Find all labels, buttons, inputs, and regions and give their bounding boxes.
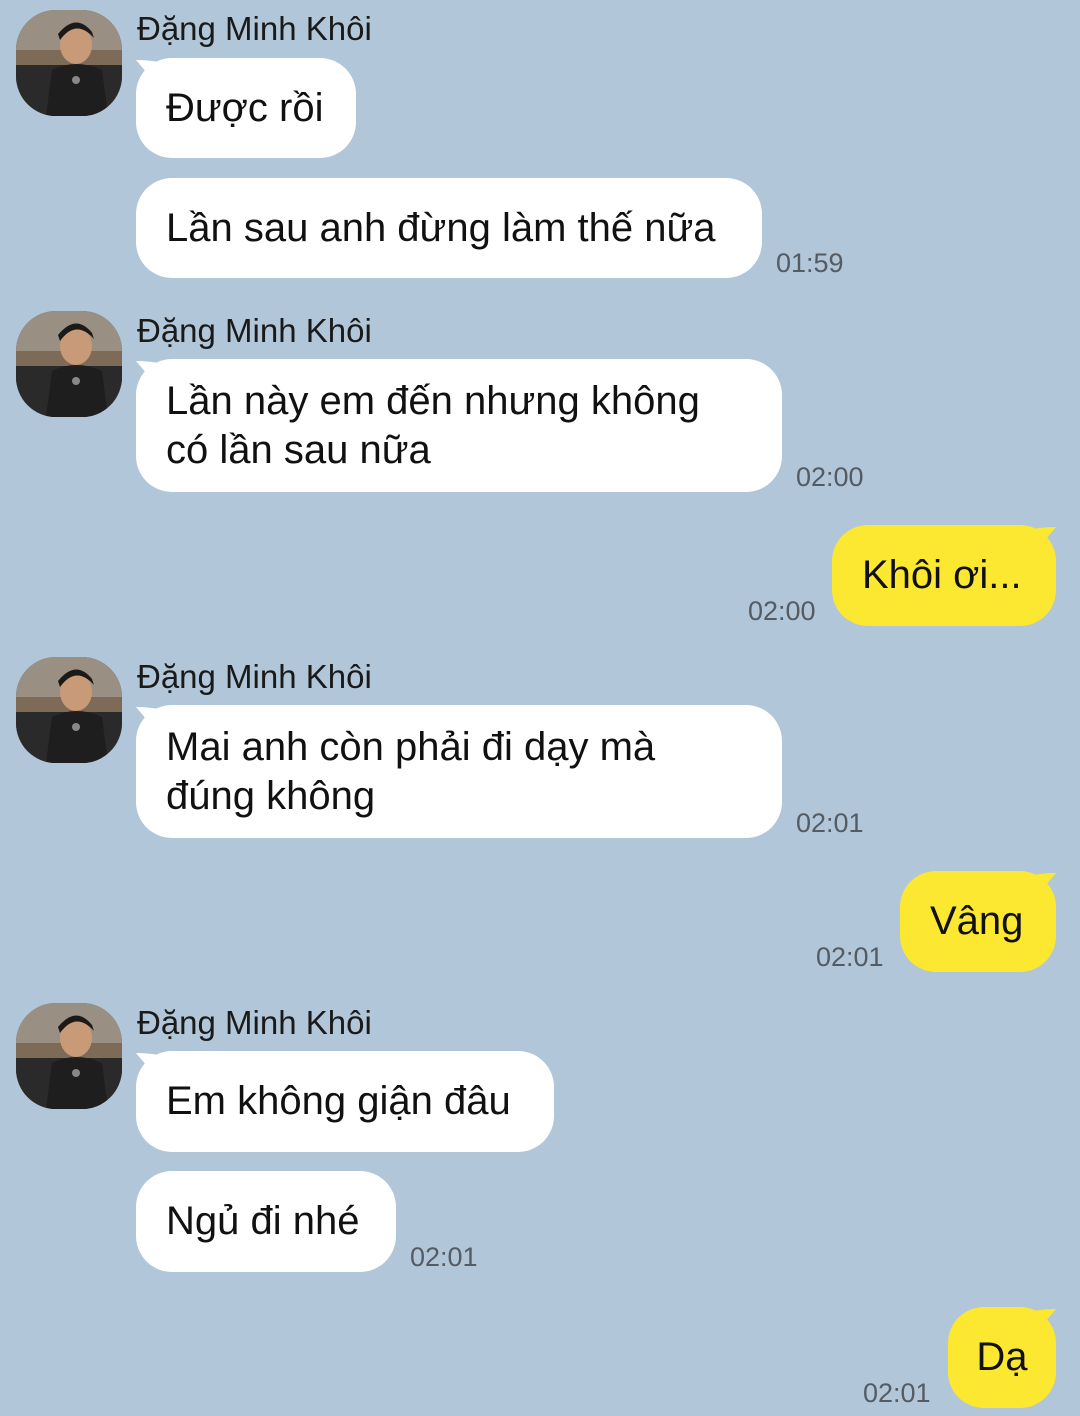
message-time: 02:00 xyxy=(796,462,864,492)
message-text: Em không giận đâu xyxy=(166,1079,511,1123)
message-time: 02:01 xyxy=(410,1242,478,1272)
bubble-tail xyxy=(136,60,158,86)
incoming-message-bubble[interactable]: Lần này em đến nhưng không có lần sau nữ… xyxy=(136,359,782,492)
incoming-message-bubble[interactable]: Ngủ đi nhé xyxy=(136,1171,396,1272)
message-text: Khôi ơi... xyxy=(862,553,1022,597)
avatar-photo xyxy=(16,311,122,417)
incoming-message-bubble[interactable]: Em không giận đâu xyxy=(136,1051,554,1152)
sender-name: Đặng Minh Khôi xyxy=(137,312,372,349)
sender-name: Đặng Minh Khôi xyxy=(137,1004,372,1041)
message-text: Lần sau anh đừng làm thế nữa xyxy=(166,205,716,250)
message-text-line: đúng không xyxy=(166,773,376,818)
message-text-line: có lần sau nữa xyxy=(166,427,431,472)
message-text: Vâng xyxy=(930,899,1024,943)
bubble-tail xyxy=(136,1053,158,1079)
message-text: Dạ xyxy=(976,1335,1028,1379)
sender-name: Đặng Minh Khôi xyxy=(137,10,372,47)
message-time: 02:01 xyxy=(796,808,864,838)
outgoing-message-bubble[interactable]: Vâng xyxy=(900,871,1056,972)
avatar-photo xyxy=(16,1003,122,1109)
incoming-message-bubble[interactable]: Lần sau anh đừng làm thế nữa xyxy=(136,178,762,278)
bubble-tail xyxy=(136,361,158,387)
outgoing-message-bubble[interactable]: Khôi ơi... xyxy=(832,525,1056,626)
bubble-tail xyxy=(1034,873,1056,899)
message-text: Ngủ đi nhé xyxy=(166,1199,360,1243)
message-text-line: Mai anh còn phải đi dạy mà xyxy=(166,724,656,769)
bubble-tail xyxy=(1034,527,1056,553)
avatar-photo xyxy=(16,10,122,116)
avatar[interactable] xyxy=(16,1003,122,1109)
avatar[interactable] xyxy=(16,657,122,763)
message-time: 02:00 xyxy=(748,596,816,626)
incoming-message-bubble[interactable]: Được rồi xyxy=(136,58,356,158)
incoming-message-bubble[interactable]: Mai anh còn phải đi dạy mà đúng không xyxy=(136,705,782,838)
message-time: 02:01 xyxy=(816,942,884,972)
message-text: Được rồi xyxy=(166,85,324,130)
avatar[interactable] xyxy=(16,10,122,116)
avatar[interactable] xyxy=(16,311,122,417)
message-time: 02:01 xyxy=(863,1378,931,1408)
bubble-tail xyxy=(136,707,158,733)
message-text-line: Lần này em đến nhưng không xyxy=(166,378,700,423)
sender-name: Đặng Minh Khôi xyxy=(137,658,372,695)
message-time: 01:59 xyxy=(776,248,844,278)
bubble-tail xyxy=(1034,1309,1056,1335)
avatar-photo xyxy=(16,657,122,763)
